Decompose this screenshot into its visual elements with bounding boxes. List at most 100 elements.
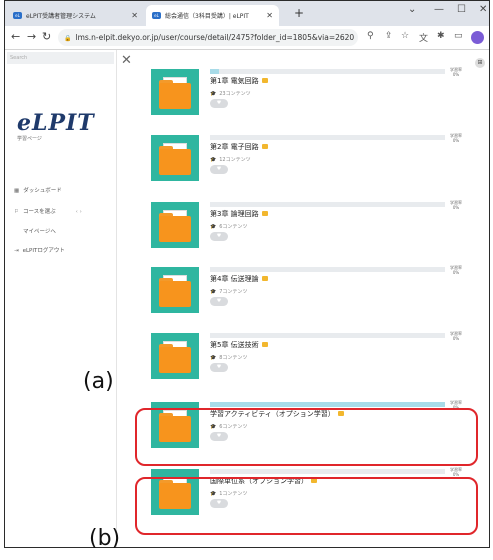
sidebar: Search eLPIT 学習ページ ▦ ダッシュボード ⚐ コースを選ぶ ‹ › マ… bbox=[5, 50, 117, 547]
zoom-icon[interactable]: ⚲ bbox=[367, 31, 374, 41]
url-bar[interactable]: 🔒 lms.n-elpit.dekyo.or.jp/user/course/det… bbox=[58, 29, 358, 46]
like-pill-button[interactable]: ♥ bbox=[210, 165, 228, 174]
progress-percent: 0% bbox=[452, 336, 460, 341]
graduation-cap-icon: 🎓 bbox=[210, 157, 217, 163]
sidebar-item-label: eLPITログアウト bbox=[22, 248, 65, 254]
like-pill-button[interactable]: ♥ bbox=[210, 232, 228, 241]
content-count: 🎓 7コンテンツ bbox=[210, 288, 247, 295]
folder-icon bbox=[261, 211, 268, 216]
like-pill-button[interactable]: ♥ bbox=[210, 363, 228, 372]
folder-title[interactable]: 第4章 伝送理論 bbox=[210, 274, 268, 284]
sidebar-item-mypage[interactable]: マイページへ bbox=[23, 227, 56, 235]
sidebar-item-logout[interactable]: ⇥ eLPITログアウト bbox=[14, 246, 65, 254]
grid-menu-icon[interactable]: ⊞ bbox=[475, 58, 485, 68]
close-sidebar-icon[interactable]: ✕ bbox=[121, 53, 132, 68]
extensions-icon[interactable]: ✱ bbox=[437, 31, 445, 41]
folder-icon bbox=[261, 342, 268, 347]
back-icon[interactable]: ← bbox=[11, 30, 20, 43]
graduation-cap-icon: 🎓 bbox=[210, 355, 217, 361]
progress-percent: 0% bbox=[452, 72, 460, 77]
close-tab-icon[interactable]: ✕ bbox=[266, 11, 273, 20]
annotation-label-b: (b) bbox=[89, 526, 121, 551]
tab-label: 総会通信（3科目受講）| eLPIT bbox=[165, 13, 249, 20]
folder-title-text: 第4章 伝送理論 bbox=[210, 275, 259, 283]
tab-course[interactable]: eL 総会通信（3科目受講）| eLPIT ✕ bbox=[146, 5, 279, 26]
folder-thumbnail-icon bbox=[151, 135, 199, 181]
graduation-cap-icon: 🎓 bbox=[210, 289, 217, 295]
folder-title-text: 第1章 電気回路 bbox=[210, 77, 259, 85]
folder-title[interactable]: 第3章 論理回路 bbox=[210, 209, 268, 219]
folder-title[interactable]: 第2章 電子回路 bbox=[210, 142, 268, 152]
folder-title[interactable]: 第1章 電気回路 bbox=[210, 76, 268, 86]
share-icon[interactable]: ⇪ bbox=[385, 31, 393, 41]
progress-percent: 0% bbox=[452, 205, 460, 210]
progress-percent: 0% bbox=[452, 270, 460, 275]
lock-icon: 🔒 bbox=[64, 35, 72, 42]
content-count: 🎓 8コンテンツ bbox=[210, 354, 247, 361]
progress-label: 学習率 0% bbox=[450, 467, 462, 477]
folder-thumbnail-icon bbox=[151, 333, 199, 379]
close-window-icon[interactable]: ✕ bbox=[479, 4, 487, 15]
folder-title-text: 第5章 伝送技術 bbox=[210, 341, 259, 349]
like-pill-button[interactable]: ♥ bbox=[210, 99, 228, 108]
address-toolbar: ← → ↻ 🔒 lms.n-elpit.dekyo.or.jp/user/cour… bbox=[5, 26, 489, 50]
reload-icon[interactable]: ↻ bbox=[42, 30, 51, 43]
folder-title-text: 第2章 電子回路 bbox=[210, 143, 259, 151]
sidebar-item-label: コースを選ぶ bbox=[22, 209, 56, 215]
progress-bar bbox=[210, 69, 445, 74]
like-pill-button[interactable]: ♥ bbox=[210, 297, 228, 306]
flag-icon: ⚐ bbox=[14, 209, 19, 215]
browser-window: eL eLPIT受講者管理システム ✕ eL 総会通信（3科目受講）| eLPI… bbox=[4, 0, 490, 548]
translate-icon[interactable]: 文 bbox=[419, 31, 428, 44]
content-count: 🎓 23コンテンツ bbox=[210, 90, 251, 97]
tab-label: eLPIT受講者管理システム bbox=[26, 13, 96, 20]
sidebar-item-dashboard[interactable]: ▦ ダッシュボード bbox=[14, 186, 62, 194]
logout-icon: ⇥ bbox=[14, 248, 19, 254]
content-count-text: 12コンテンツ bbox=[219, 157, 251, 163]
tab-strip: eL eLPIT受講者管理システム ✕ eL 総会通信（3科目受講）| eLPI… bbox=[5, 1, 489, 26]
graduation-cap-icon: 🎓 bbox=[210, 91, 217, 97]
sidebar-item-select-course[interactable]: ⚐ コースを選ぶ ‹ › bbox=[14, 207, 82, 215]
sidebar-item-label: マイページへ bbox=[23, 229, 56, 235]
folder-thumbnail-icon bbox=[151, 267, 199, 313]
pager-arrows[interactable]: ‹ › bbox=[76, 209, 82, 215]
forward-icon[interactable]: → bbox=[27, 30, 36, 43]
graduation-cap-icon: 🎓 bbox=[210, 224, 217, 230]
progress-bar bbox=[210, 202, 445, 207]
tab-management-system[interactable]: eL eLPIT受講者管理システム ✕ bbox=[7, 5, 144, 26]
sidebar-panel-icon[interactable]: ▭ bbox=[454, 31, 463, 41]
folder-thumbnail-icon bbox=[151, 202, 199, 248]
chevron-down-icon[interactable]: ⌄ bbox=[408, 4, 416, 15]
folder-title-text: 第3章 論理回路 bbox=[210, 210, 259, 218]
sidebar-item-label: ダッシュボード bbox=[23, 188, 62, 194]
profile-avatar[interactable] bbox=[471, 31, 484, 44]
progress-label: 学習率 0% bbox=[450, 200, 462, 210]
progress-label: 学習率 0% bbox=[450, 331, 462, 341]
folder-title[interactable]: 第5章 伝送技術 bbox=[210, 340, 268, 350]
progress-bar bbox=[210, 333, 445, 338]
content-count-text: 6コンテンツ bbox=[219, 224, 248, 230]
content-count-text: 23コンテンツ bbox=[219, 91, 251, 97]
content-count-text: 7コンテンツ bbox=[219, 289, 248, 295]
progress-percent: 0% bbox=[452, 138, 460, 143]
bookmark-star-icon[interactable]: ☆ bbox=[401, 31, 409, 41]
minimize-icon[interactable]: — bbox=[434, 4, 444, 15]
content-count: 🎓 6コンテンツ bbox=[210, 223, 247, 230]
elpit-favicon-icon: eL bbox=[13, 12, 22, 19]
close-tab-icon[interactable]: ✕ bbox=[131, 11, 138, 20]
highlight-box-b bbox=[135, 477, 478, 535]
progress-label: 学習率 0% bbox=[450, 265, 462, 275]
progress-label: 学習率 0% bbox=[450, 133, 462, 143]
course-folder-card[interactable]: 学習率 0% 第4章 伝送理論 🎓 7コンテンツ ♥ bbox=[151, 265, 467, 315]
new-tab-icon[interactable]: + bbox=[294, 6, 304, 20]
course-folder-card[interactable]: 学習率 0% 第1章 電気回路 🎓 23コンテンツ ♥ bbox=[151, 67, 467, 117]
folder-icon bbox=[261, 276, 268, 281]
maximize-icon[interactable]: ☐ bbox=[457, 4, 466, 15]
course-folder-card[interactable]: 学習率 0% 第2章 電子回路 🎓 12コンテンツ ♥ bbox=[151, 133, 467, 183]
course-folder-card[interactable]: 学習率 0% 第3章 論理回路 🎓 6コンテンツ ♥ bbox=[151, 200, 467, 250]
folder-icon bbox=[261, 78, 268, 83]
search-input[interactable]: Search bbox=[7, 52, 114, 64]
folder-thumbnail-icon bbox=[151, 69, 199, 115]
course-folder-card[interactable]: 学習率 0% 第5章 伝送技術 🎓 8コンテンツ ♥ bbox=[151, 331, 467, 381]
content-count: 🎓 12コンテンツ bbox=[210, 156, 251, 163]
